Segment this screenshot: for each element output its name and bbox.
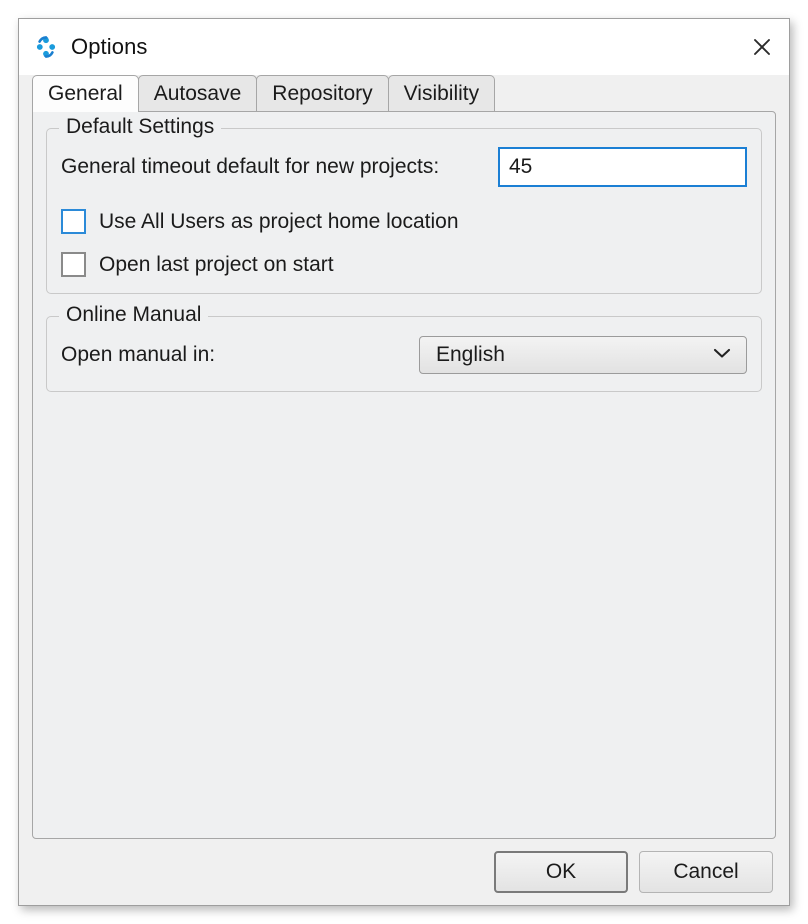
- timeout-row: General timeout default for new projects…: [61, 147, 747, 187]
- window-title: Options: [71, 34, 148, 60]
- tab-label: Visibility: [404, 82, 479, 106]
- tab-repository[interactable]: Repository: [256, 75, 388, 111]
- ok-button[interactable]: OK: [494, 851, 628, 893]
- checkbox-label: Use All Users as project home location: [99, 210, 459, 234]
- tab-label: General: [48, 82, 123, 106]
- title-bar: Options: [19, 19, 789, 75]
- tab-visibility[interactable]: Visibility: [388, 75, 495, 111]
- cancel-button-label: Cancel: [673, 860, 738, 884]
- checkbox-use-all-users[interactable]: [61, 209, 86, 234]
- screen: Options General Autosave Repository: [0, 0, 808, 924]
- dialog-footer: OK Cancel: [19, 839, 789, 905]
- manual-language-row: Open manual in: English: [61, 335, 747, 375]
- tab-general[interactable]: General: [32, 75, 139, 112]
- group-legend: Online Manual: [59, 303, 208, 327]
- tab-label: Repository: [272, 82, 372, 106]
- manual-language-label: Open manual in:: [61, 343, 215, 367]
- manual-language-value: English: [436, 343, 505, 367]
- options-dialog: Options General Autosave Repository: [18, 18, 790, 906]
- group-online-manual: Online Manual Open manual in: English: [46, 316, 762, 392]
- checkbox-open-last-project[interactable]: [61, 252, 86, 277]
- group-legend: Default Settings: [59, 115, 221, 139]
- tab-panel-general: Default Settings General timeout default…: [32, 111, 776, 839]
- group-default-settings: Default Settings General timeout default…: [46, 128, 762, 294]
- cancel-button[interactable]: Cancel: [639, 851, 773, 893]
- timeout-input-value: 45: [509, 155, 532, 179]
- checkbox-row-all-users[interactable]: Use All Users as project home location: [61, 209, 747, 234]
- close-button[interactable]: [735, 19, 789, 75]
- timeout-input[interactable]: 45: [498, 147, 747, 187]
- manual-language-select[interactable]: English: [419, 336, 747, 374]
- sync-dots-icon: [33, 34, 59, 60]
- tab-label: Autosave: [154, 82, 242, 106]
- tab-bar: General Autosave Repository Visibility: [19, 75, 789, 111]
- checkbox-label: Open last project on start: [99, 253, 334, 277]
- chevron-down-icon: [712, 346, 732, 364]
- ok-button-label: OK: [546, 860, 576, 884]
- checkbox-row-open-last-project[interactable]: Open last project on start: [61, 252, 747, 277]
- tab-autosave[interactable]: Autosave: [138, 75, 258, 111]
- close-icon: [752, 37, 772, 57]
- timeout-label: General timeout default for new projects…: [61, 155, 439, 179]
